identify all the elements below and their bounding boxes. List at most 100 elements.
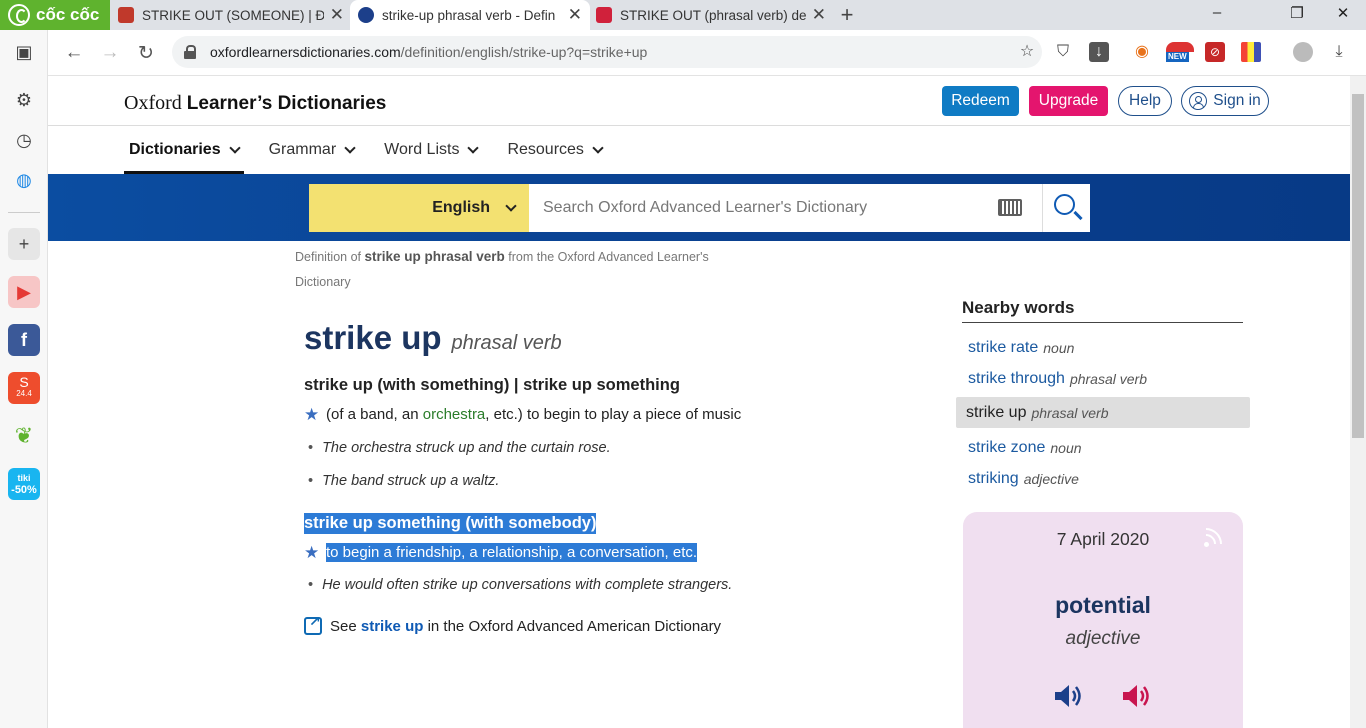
- definition-breadcrumb: Definition of strike up phrasal verb fro…: [295, 249, 709, 289]
- sense-2-heading: strike up something (with somebody): [304, 513, 597, 534]
- back-button[interactable]: ←: [62, 42, 86, 64]
- nearby-word[interactable]: strike through phrasal verb: [956, 363, 1250, 394]
- language-label: English: [432, 199, 490, 216]
- coccoc-logo-icon: [8, 4, 30, 26]
- tiki-icon[interactable]: tiki -50%: [8, 468, 40, 500]
- sense-2-definition: ★ to begin a friendship, a relationship,…: [304, 542, 698, 562]
- example: • He would often strike up conversations …: [308, 577, 733, 593]
- url-field[interactable]: oxfordlearnersdictionaries.com/definitio…: [172, 36, 1042, 68]
- nearby-words-title: Nearby words: [962, 298, 1243, 323]
- logo-learners-dictionaries: Learner’s Dictionaries: [186, 93, 387, 114]
- star-icon: ★: [304, 404, 320, 424]
- tab-title: STRIKE OUT (phrasal verb) de: [620, 7, 806, 23]
- shield-icon[interactable]: ⛉: [1053, 42, 1073, 62]
- youtube-icon[interactable]: ▶: [8, 276, 40, 308]
- shopee-icon[interactable]: S 24.4: [8, 372, 40, 404]
- chrome-extension-icon[interactable]: ◉: [1132, 42, 1152, 62]
- tab-strike-out-someone[interactable]: STRIKE OUT (SOMEONE) | Định ✕: [110, 0, 352, 30]
- redeem-button[interactable]: Redeem: [942, 86, 1019, 116]
- tab-strike-out-phrasal[interactable]: STRIKE OUT (phrasal verb) de ✕: [588, 0, 834, 30]
- adblock-extension-icon[interactable]: ⊘: [1205, 42, 1225, 62]
- search-button[interactable]: [1042, 184, 1090, 232]
- logo-oxford: Oxford: [124, 92, 182, 114]
- sidebar-toggle-icon[interactable]: ▣: [8, 36, 40, 68]
- help-button[interactable]: Help: [1118, 86, 1172, 116]
- url-domain: oxfordlearnersdictionaries.com: [210, 44, 401, 60]
- keyboard-icon[interactable]: [998, 199, 1022, 216]
- nav-label: Grammar: [268, 141, 337, 158]
- settings-gear-icon[interactable]: ⚙: [8, 84, 40, 116]
- american-dictionary-link[interactable]: strike up: [361, 618, 424, 635]
- tiki-discount: -50%: [11, 484, 37, 496]
- reload-button[interactable]: ↻: [134, 42, 158, 65]
- search-band: English Search Oxford Advanced Learner's…: [48, 174, 1350, 241]
- chevron-down-icon: [344, 142, 356, 154]
- chevron-down-icon: [467, 142, 480, 154]
- add-sidebar-app-icon[interactable]: +: [8, 228, 40, 260]
- address-bar-row: ← → ↻ oxfordlearnersdictionaries.com/def…: [48, 30, 1366, 76]
- headword: strike up: [304, 319, 442, 356]
- sidebar-divider: [8, 212, 40, 213]
- language-select[interactable]: English: [309, 184, 529, 232]
- bullet: •: [308, 577, 314, 593]
- nav-label: Word Lists: [384, 141, 460, 158]
- lock-icon: [184, 45, 196, 59]
- nav-label: Resources: [507, 141, 584, 158]
- tab-strike-up[interactable]: strike-up phrasal verb - Defin ✕: [350, 0, 590, 30]
- history-icon[interactable]: ◷: [8, 124, 40, 156]
- bookmark-star-icon[interactable]: ☆: [1017, 42, 1037, 62]
- nav-dictionaries[interactable]: Dictionaries: [124, 126, 244, 174]
- search-input[interactable]: Search Oxford Advanced Learner's Diction…: [529, 184, 1042, 232]
- sign-in-label: Sign in: [1213, 92, 1261, 109]
- nav-grammar[interactable]: Grammar: [264, 126, 360, 174]
- nav-resources[interactable]: Resources: [502, 126, 606, 174]
- nearby-word[interactable]: strike zone noun: [956, 432, 1250, 463]
- new-tab-button[interactable]: +: [836, 2, 858, 28]
- scrollbar-thumb[interactable]: [1352, 94, 1364, 438]
- coccoc-menu-button[interactable]: cốc cốc: [0, 0, 110, 30]
- wotd-word[interactable]: potential: [963, 592, 1243, 619]
- upgrade-button[interactable]: Upgrade: [1029, 86, 1108, 116]
- star-icon: ★: [304, 542, 320, 562]
- close-tab-icon[interactable]: ✕: [330, 5, 344, 25]
- bullet: •: [308, 440, 314, 456]
- dictionary-favicon-icon: [596, 7, 612, 23]
- downloads-icon[interactable]: ⤓: [1329, 42, 1349, 62]
- sign-in-button[interactable]: Sign in: [1181, 86, 1269, 116]
- close-tab-icon[interactable]: ✕: [812, 5, 826, 25]
- word-of-the-day-card: 7 April 2020 potential adjective: [963, 512, 1243, 728]
- shopee-badge: 24.4: [16, 389, 32, 398]
- chevron-down-icon: [505, 200, 517, 212]
- close-tab-icon[interactable]: ✕: [568, 5, 582, 25]
- coccoc-leaf-icon[interactable]: ❦: [8, 420, 40, 452]
- page-scrollbar[interactable]: [1350, 76, 1366, 728]
- nearby-word[interactable]: striking adjective: [956, 463, 1250, 494]
- close-window-button[interactable]: ✕: [1331, 4, 1355, 22]
- download-video-icon[interactable]: ↓: [1089, 42, 1109, 62]
- facebook-icon[interactable]: f: [8, 324, 40, 356]
- profile-avatar[interactable]: [1293, 42, 1313, 62]
- speaker-american-icon[interactable]: [1121, 682, 1153, 710]
- minimize-button[interactable]: –: [1205, 4, 1229, 21]
- oxford-favicon-icon: [358, 7, 374, 23]
- sense-1-heading: strike up (with something) | strike up s…: [304, 376, 680, 394]
- browser-sidebar: ▣ ⚙ ◷ ◍ + ▶ f S 24.4 ❦ tiki -50%: [0, 30, 48, 728]
- nearby-word-current[interactable]: strike up phrasal verb: [956, 397, 1250, 428]
- rss-icon[interactable]: [1183, 521, 1229, 567]
- new-badge: NEW: [1166, 52, 1189, 62]
- browser-brand: cốc cốc: [36, 5, 100, 24]
- new-extension-icon[interactable]: NEW: [1166, 42, 1194, 62]
- wotd-part-of-speech: adjective: [1065, 628, 1141, 649]
- orchestra-link[interactable]: orchestra: [423, 406, 486, 423]
- restore-button[interactable]: ❐: [1285, 4, 1309, 22]
- color-extension-icon[interactable]: [1241, 42, 1261, 62]
- nearby-word[interactable]: strike rate noun: [956, 332, 1250, 363]
- example: • The orchestra struck up and the curtain…: [308, 440, 611, 456]
- tab-title: strike-up phrasal verb - Defin: [382, 7, 556, 23]
- search-icon: [1054, 194, 1075, 215]
- forward-button[interactable]: →: [98, 42, 122, 64]
- site-logo[interactable]: Oxford Learner’s Dictionaries: [124, 92, 386, 115]
- messenger-icon[interactable]: ◍: [8, 164, 40, 196]
- speaker-british-icon[interactable]: [1053, 682, 1085, 710]
- nav-word-lists[interactable]: Word Lists: [379, 126, 482, 174]
